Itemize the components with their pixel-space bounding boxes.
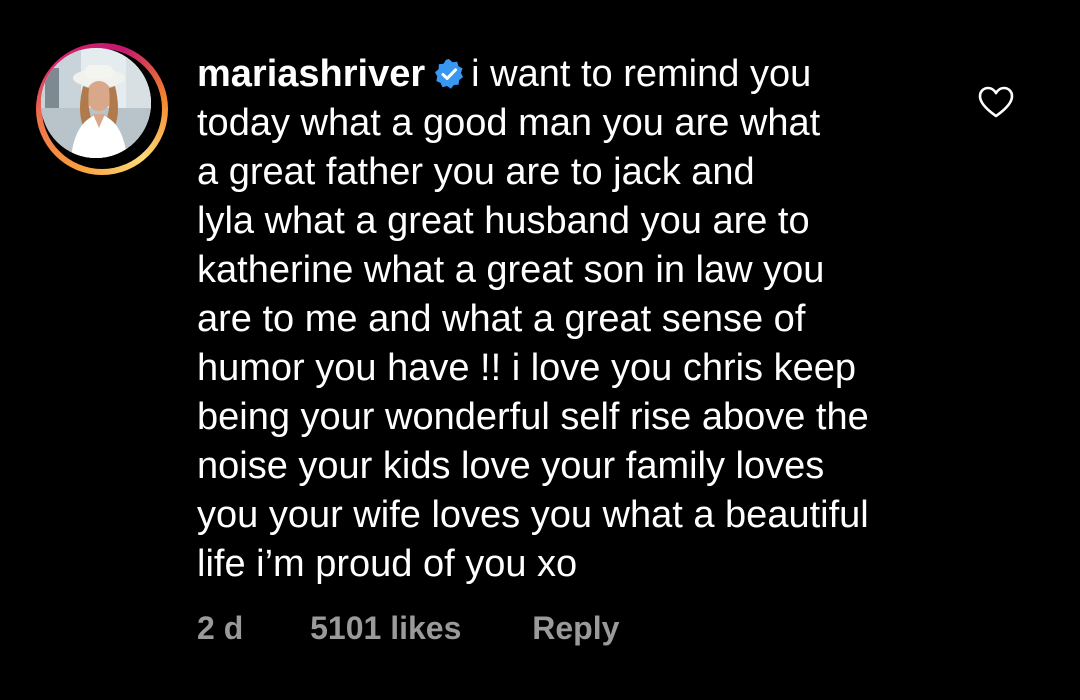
comment-timestamp: 2 d <box>197 610 244 646</box>
verified-badge-icon <box>433 58 465 90</box>
comment-text-line: humor you have !! i love you chris keep <box>197 347 857 389</box>
comment-line-1: mariashriver i want to remind you <box>197 50 957 99</box>
comment-meta: 2 d 5101 likes Reply <box>197 610 619 647</box>
comment-text-line: you your wife loves you what a beautiful <box>197 494 869 536</box>
avatar[interactable] <box>41 48 151 158</box>
comment-text-line: being your wonderful self rise above the <box>197 396 869 438</box>
comment-text-line: katherine what a great son in law you <box>197 249 825 291</box>
avatar-story-ring[interactable] <box>36 43 168 175</box>
comment-text-line: life i’m proud of you xo <box>197 543 578 585</box>
comment-text-line: i want to remind you <box>471 53 812 95</box>
heart-outline-icon[interactable] <box>977 85 1015 119</box>
comment-text-line: a great father you are to jack and <box>197 151 755 193</box>
comment-text-line: are to me and what a great sense of <box>197 298 806 340</box>
comment-text-line: lyla what a great husband you are to <box>197 200 810 242</box>
username-link[interactable]: mariashriver <box>197 53 425 95</box>
comment-text-line: noise your kids love your family loves <box>197 445 825 487</box>
reply-button[interactable]: Reply <box>532 610 619 647</box>
comment-text-line: today what a good man you are what <box>197 102 821 144</box>
comment: mariashriver i want to remind you today w… <box>0 0 1080 700</box>
comment-body: mariashriver i want to remind you today w… <box>197 50 957 589</box>
likes-count-link[interactable]: 5101 likes <box>310 610 461 647</box>
